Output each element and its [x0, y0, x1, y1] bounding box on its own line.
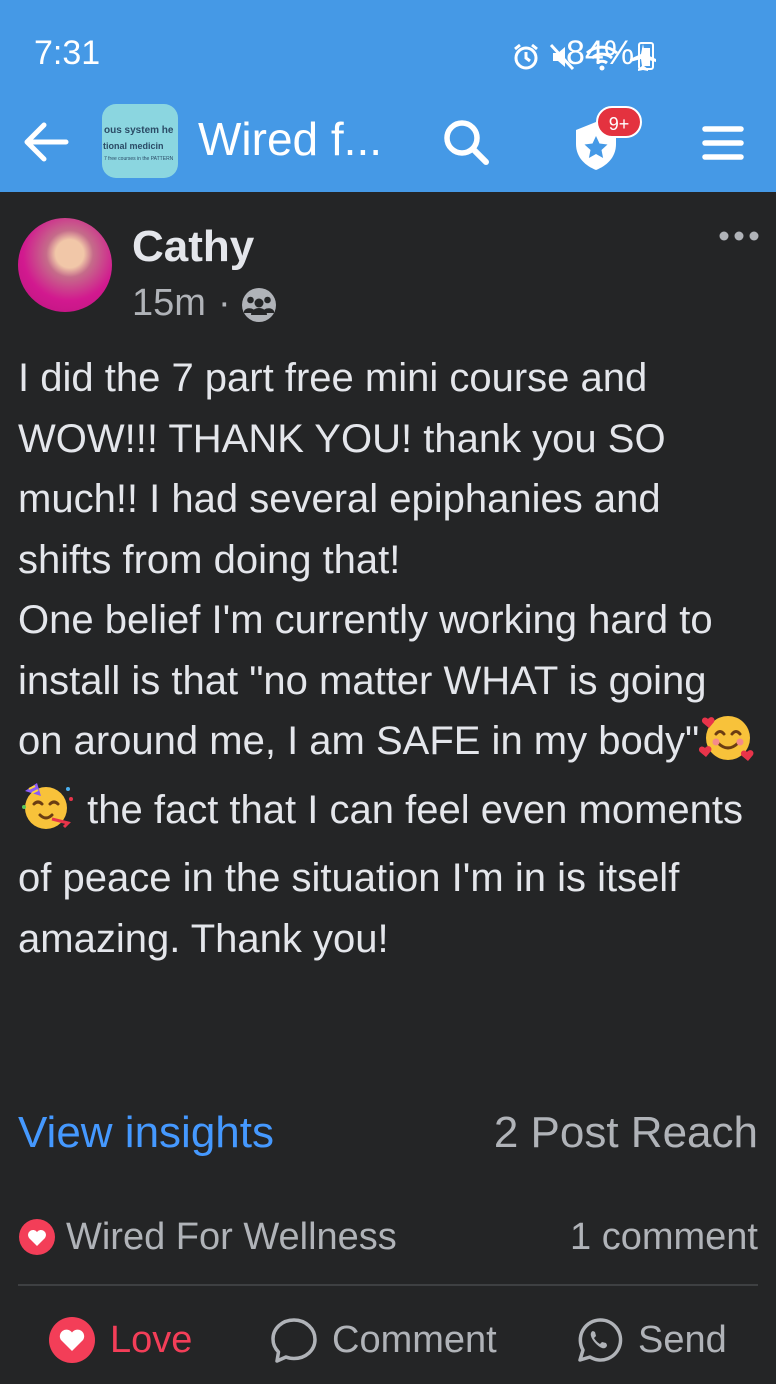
- post-reach: 2 Post Reach: [493, 1108, 758, 1157]
- comment-count[interactable]: 1 comment: [570, 1216, 758, 1259]
- back-arrow-icon: [24, 122, 69, 162]
- search-icon: [444, 120, 489, 165]
- post-timestamp: 15m: [132, 282, 206, 324]
- smiling-face-with-hearts-icon: [699, 712, 757, 780]
- love-button[interactable]: Love: [48, 1312, 192, 1368]
- group-title[interactable]: Wired f...: [198, 112, 382, 166]
- whatsapp-icon: [578, 1318, 623, 1362]
- author-avatar[interactable]: [18, 218, 112, 312]
- separator-dot: ·: [218, 282, 231, 324]
- author-name[interactable]: Cathy: [132, 222, 254, 272]
- comment-button[interactable]: Comment: [270, 1312, 497, 1368]
- notification-badge: 9+: [596, 106, 642, 138]
- send-button[interactable]: Send: [576, 1312, 727, 1368]
- view-insights-link[interactable]: View insights: [18, 1108, 274, 1158]
- divider: [18, 1284, 758, 1286]
- status-time: 7:31: [34, 34, 101, 72]
- comment-label: Comment: [332, 1318, 497, 1361]
- send-label: Send: [638, 1318, 727, 1361]
- ellipsis-icon: [719, 231, 759, 241]
- post-text-segment: One belief I'm currently working hard to…: [18, 598, 724, 763]
- hamburger-menu-icon: [702, 126, 744, 160]
- status-bar: 7:31 84%: [0, 0, 776, 110]
- partying-face-icon: [18, 781, 76, 849]
- love-icon: [49, 1317, 95, 1363]
- post-text-segment: the fact that I can feel even moments of…: [18, 787, 755, 961]
- back-button[interactable]: [18, 114, 74, 170]
- group-audience-icon: [240, 286, 278, 324]
- battery-percent: 84%: [566, 34, 635, 72]
- thumbnail-text: ous system he: [104, 125, 174, 136]
- thumbnail-text: tional medicin: [103, 141, 164, 151]
- alarm-icon: [512, 42, 540, 72]
- more-options-button[interactable]: [716, 226, 762, 246]
- app-header: 7:31 84% ous system he tional medicin 7 …: [0, 0, 776, 192]
- love-reaction-icon[interactable]: [18, 1218, 56, 1256]
- group-thumbnail[interactable]: ous system he tional medicin 7 free cour…: [102, 104, 178, 178]
- post-paragraph: I did the 7 part free mini course and WO…: [18, 356, 677, 582]
- post-paragraph: One belief I'm currently working hard to…: [18, 590, 758, 969]
- navigation-bar: ous system he tional medicin 7 free cour…: [0, 100, 776, 192]
- thumbnail-text: 7 free courses in the PATTERN: [104, 156, 174, 162]
- post-text: I did the 7 part free mini course and WO…: [18, 348, 758, 969]
- search-button[interactable]: [438, 114, 494, 170]
- love-label: Love: [110, 1318, 193, 1361]
- comment-icon: [271, 1318, 317, 1363]
- reactor-name[interactable]: Wired For Wellness: [66, 1216, 397, 1259]
- menu-button[interactable]: [700, 120, 746, 166]
- battery-icon: [638, 42, 654, 70]
